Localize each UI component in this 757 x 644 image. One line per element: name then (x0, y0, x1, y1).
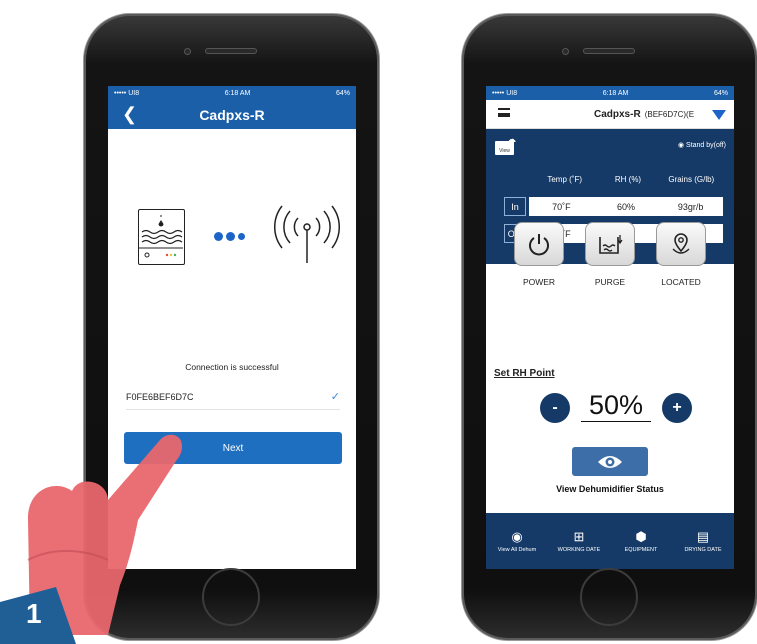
home-button[interactable] (580, 568, 638, 626)
speaker-grille (583, 48, 635, 54)
grains-value: 93gr/b (677, 201, 704, 212)
table-row: In 70˚F 60% 93gr/b (504, 197, 723, 216)
battery: 64% (713, 89, 728, 97)
eye-icon (598, 455, 622, 468)
cloud-rain-icon: ☁ (507, 134, 516, 144)
header-grains: Grains (G/lb) (668, 175, 715, 184)
camera-icon: ◉ (511, 528, 523, 544)
battery: 64% (335, 89, 350, 97)
clock: 6:18 AM (602, 89, 629, 97)
clock: 6:18 AM (224, 89, 251, 97)
rh-point-value: 50% (581, 389, 651, 422)
tab-label: EQUIPMENT (624, 546, 658, 553)
nav-bar: Cadpxs-R (BEF6D7C)(E (486, 100, 734, 129)
document-icon: ▤ (696, 528, 710, 544)
rh-point-title: Set RH Point (494, 368, 555, 379)
rh-value: 60% (617, 201, 636, 212)
tab-working-date[interactable]: ⊞ WORKING DATE (548, 513, 610, 569)
app-title: Cadpxs-R (594, 108, 641, 120)
carrier: ••••• UI8 (492, 89, 518, 97)
increase-rh-button[interactable]: + (662, 393, 692, 423)
right-screen: ••••• UI8 6:18 AM 64% Cadpxs-R (BEF6D7C)… (486, 86, 734, 569)
add-grid-icon: ⊞ (573, 528, 585, 544)
table-header: Temp (˚F) RH (%) Grains (G/lb) (533, 175, 723, 184)
located-label: LOCATED (661, 277, 701, 287)
step-number: 1 (26, 598, 42, 629)
tab-equipment[interactable]: ⬢ EQUIPMENT (610, 513, 672, 569)
status-bar: ••••• UI8 6:18 AM 64% (486, 86, 734, 100)
row-label: In (504, 197, 526, 216)
power-icon (529, 234, 549, 256)
power-button[interactable] (514, 222, 564, 266)
phone-right: ••••• UI8 6:18 AM 64% Cadpxs-R (BEF6D7C)… (462, 14, 757, 640)
front-camera (562, 48, 569, 55)
status-strip: ••••• UI8 6:18 AM 64% (486, 86, 734, 100)
pointing-hand-icon (27, 434, 182, 635)
power-label: POWER (522, 277, 556, 287)
decrease-rh-button[interactable]: - (540, 393, 570, 423)
header-temp: Temp (˚F) (547, 175, 582, 184)
temp-value: 70˚F (552, 201, 571, 212)
tab-drying-date[interactable]: ▤ DRYING DATE (672, 513, 734, 569)
located-button[interactable] (656, 222, 706, 266)
standby-status: ◉ Stand by(off) (677, 142, 726, 149)
device-id: (BEF6D7C)(E (644, 109, 695, 119)
checkmark-icon: ✓ (330, 391, 340, 403)
bottom-tab-bar: ◉ View All Dehum ⊞ WORKING DATE ⬢ EQUIPM… (486, 513, 734, 569)
cube-icon: ⬢ (635, 528, 647, 544)
wireless-antenna-icon (273, 205, 341, 265)
purge-label: PURGE (594, 277, 626, 287)
view-status-button[interactable] (572, 447, 648, 476)
device-dropdown-triangle-icon[interactable] (712, 110, 726, 120)
view-status-label: View Dehumidifier Status (556, 484, 664, 494)
menu-hamburger-icon[interactable] (498, 108, 510, 117)
location-icon (672, 233, 690, 254)
tab-label: DRYING DATE (684, 546, 722, 553)
tab-view-all[interactable]: ◉ View All Dehum (486, 513, 548, 569)
tab-label: View All Dehum (497, 546, 537, 553)
purge-icon (599, 235, 623, 254)
purge-button[interactable] (585, 222, 635, 266)
header-rh: RH (%) (614, 175, 642, 184)
control-tiles: POWER PURGE LOCATED (486, 222, 734, 310)
tab-label: WORKING DATE (557, 546, 601, 553)
